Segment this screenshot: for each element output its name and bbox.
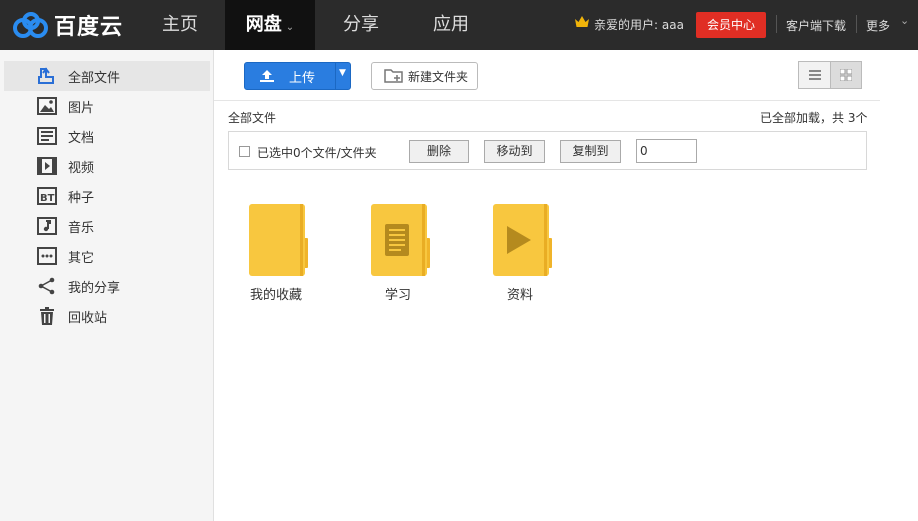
grid-view-button[interactable] [830, 62, 861, 88]
share-icon [36, 275, 58, 297]
upload-button[interactable]: 上传 ▼ [244, 62, 351, 90]
folder-name: 学习 [384, 288, 411, 303]
nav-netdisk-label: 网盘 [245, 14, 282, 35]
view-toggle [798, 61, 862, 89]
folder-name: 资料 [506, 288, 533, 303]
sidebar-item-label: 音乐 [68, 220, 95, 236]
more-menu[interactable]: 更多 [866, 17, 890, 34]
sidebar-item-label: 回收站 [68, 310, 108, 326]
folder-item[interactable]: 资料 [480, 204, 560, 304]
sidebar-item-torrents[interactable]: BT 种子 [4, 181, 210, 211]
image-icon [36, 95, 58, 117]
nav-share[interactable]: 分享 [325, 0, 397, 50]
selection-count-text: 已选中0个文件/文件夹 [257, 146, 377, 160]
delete-button[interactable]: 删除 [409, 140, 469, 163]
upload-divider [335, 63, 336, 89]
sidebar-item-label: 全部文件 [68, 70, 121, 86]
sidebar-item-all-files[interactable]: 全部文件 [4, 61, 210, 91]
breadcrumb[interactable]: 全部文件 [228, 109, 276, 126]
trash-icon [36, 305, 58, 327]
nav-home[interactable]: 主页 [145, 0, 215, 50]
folder-video-icon [493, 204, 552, 276]
sidebar: 全部文件 图片 文档 视频 BT 种子 音乐 其它 我的分享 回收站 [0, 50, 214, 521]
sidebar-item-label: 图片 [68, 100, 95, 116]
sidebar-item-label: 我的分享 [68, 280, 121, 296]
chevron-down-icon[interactable]: ⌄ [900, 14, 909, 27]
header-divider [856, 15, 857, 33]
top-bar: 百度云 主页 网盘 ⌄ 分享 应用 亲爱的用户: aaa 会员中心 客户端下载 更… [0, 0, 918, 50]
new-folder-icon [384, 69, 403, 83]
nav-apps[interactable]: 应用 [415, 0, 487, 50]
video-icon [36, 155, 58, 177]
move-to-button[interactable]: 移动到 [484, 140, 545, 163]
selection-bar: 已选中0个文件/文件夹 删除 移动到 复制到 0 [228, 131, 867, 170]
folder-icon [249, 204, 308, 276]
music-icon [36, 215, 58, 237]
header-divider [776, 15, 777, 33]
list-view-icon [808, 70, 821, 80]
folder-name: 我的收藏 [249, 288, 302, 303]
logo-text: 百度云 [54, 15, 124, 40]
folder-item[interactable]: 学习 [358, 204, 438, 304]
folder-document-icon [371, 204, 430, 276]
client-download-link[interactable]: 客户端下载 [786, 17, 846, 34]
vip-center-button[interactable]: 会员中心 [696, 12, 766, 38]
sidebar-item-images[interactable]: 图片 [4, 91, 210, 121]
sidebar-item-videos[interactable]: 视频 [4, 151, 210, 181]
sidebar-item-my-shares[interactable]: 我的分享 [4, 271, 210, 301]
sidebar-item-label: 其它 [68, 250, 95, 266]
nav-netdisk[interactable]: 网盘 ⌄ [225, 0, 315, 50]
sidebar-item-others[interactable]: 其它 [4, 241, 210, 271]
toolbar-divider [214, 100, 880, 101]
grid-view-icon [840, 69, 852, 81]
all-files-icon [36, 65, 58, 87]
folder-item[interactable]: 我的收藏 [236, 204, 316, 304]
baidu-cloud-logo[interactable]: 百度云 [12, 10, 132, 40]
document-icon [36, 125, 58, 147]
more-dots-icon [36, 245, 58, 267]
crown-icon [575, 16, 589, 27]
new-folder-button[interactable]: 新建文件夹 [371, 62, 478, 90]
sidebar-item-recycle-bin[interactable]: 回收站 [4, 301, 210, 331]
sidebar-item-documents[interactable]: 文档 [4, 121, 210, 151]
select-all-checkbox[interactable] [239, 146, 250, 157]
upload-main-button[interactable]: 上传 [245, 63, 335, 89]
sidebar-item-music[interactable]: 音乐 [4, 211, 210, 241]
selection-input[interactable]: 0 [636, 139, 697, 163]
upload-label: 上传 [289, 70, 316, 86]
sidebar-item-label: 视频 [68, 160, 95, 176]
cloud-logo-icon [13, 12, 48, 38]
chevron-down-icon: ⌄ [285, 22, 295, 33]
upload-dropdown-icon[interactable]: ▼ [339, 68, 346, 78]
list-view-button[interactable] [799, 62, 830, 88]
copy-to-button[interactable]: 复制到 [560, 140, 621, 163]
user-greeting[interactable]: 亲爱的用户: aaa [594, 16, 684, 33]
bt-icon: BT [36, 185, 58, 207]
new-folder-label: 新建文件夹 [408, 69, 469, 84]
load-status: 已全部加载，共 3个 [760, 111, 868, 125]
sidebar-item-label: 文档 [68, 130, 95, 146]
svg-text:BT: BT [40, 193, 55, 204]
upload-icon [260, 70, 274, 82]
sidebar-item-label: 种子 [68, 190, 95, 206]
